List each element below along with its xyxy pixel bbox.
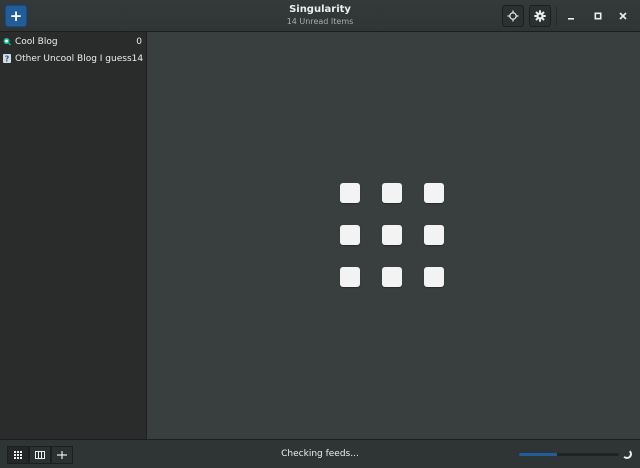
header-bar: + Singularity 14 Unread Items: [0, 0, 640, 32]
loading-tile: [424, 267, 444, 287]
feed-item-cool-blog[interactable]: Cool Blog 0: [0, 33, 146, 50]
progress-fill: [519, 453, 557, 456]
feed-label: Cool Blog: [15, 36, 58, 47]
loading-tile: [424, 183, 444, 203]
loading-tile: [382, 267, 402, 287]
svg-text:?: ?: [5, 55, 10, 64]
spinner-icon: [622, 449, 632, 459]
settings-button[interactable]: [529, 5, 551, 27]
loading-tile: [340, 225, 360, 245]
locate-button[interactable]: [502, 5, 524, 27]
loading-tile: [382, 225, 402, 245]
header-separator: [556, 6, 557, 26]
close-button[interactable]: [616, 9, 630, 23]
loading-tile: [424, 225, 444, 245]
minimize-icon: [568, 18, 574, 20]
loading-tile: [340, 183, 360, 203]
feed-icon: [3, 38, 11, 46]
unread-count: 14: [131, 53, 144, 64]
feed-sidebar: Cool Blog 0 ? Other Uncool Blog I guess …: [0, 32, 147, 439]
progress-bar: [519, 453, 619, 456]
close-icon: [619, 12, 627, 20]
unread-count: 0: [136, 36, 142, 47]
maximize-icon: [594, 12, 602, 20]
crosshair-icon: [507, 10, 519, 22]
gear-icon: [534, 10, 546, 22]
feed-item-other-uncool-blog[interactable]: ? Other Uncool Blog I guess 14: [0, 50, 146, 67]
content-area: [147, 32, 640, 439]
loading-tile: [340, 267, 360, 287]
feed-label: Other Uncool Blog I guess: [15, 53, 132, 64]
status-bar: Checking feeds...: [0, 439, 640, 468]
unknown-feed-icon: ?: [3, 54, 11, 64]
minimize-button[interactable]: [564, 9, 578, 23]
maximize-button[interactable]: [591, 9, 605, 23]
loading-tile: [382, 183, 402, 203]
